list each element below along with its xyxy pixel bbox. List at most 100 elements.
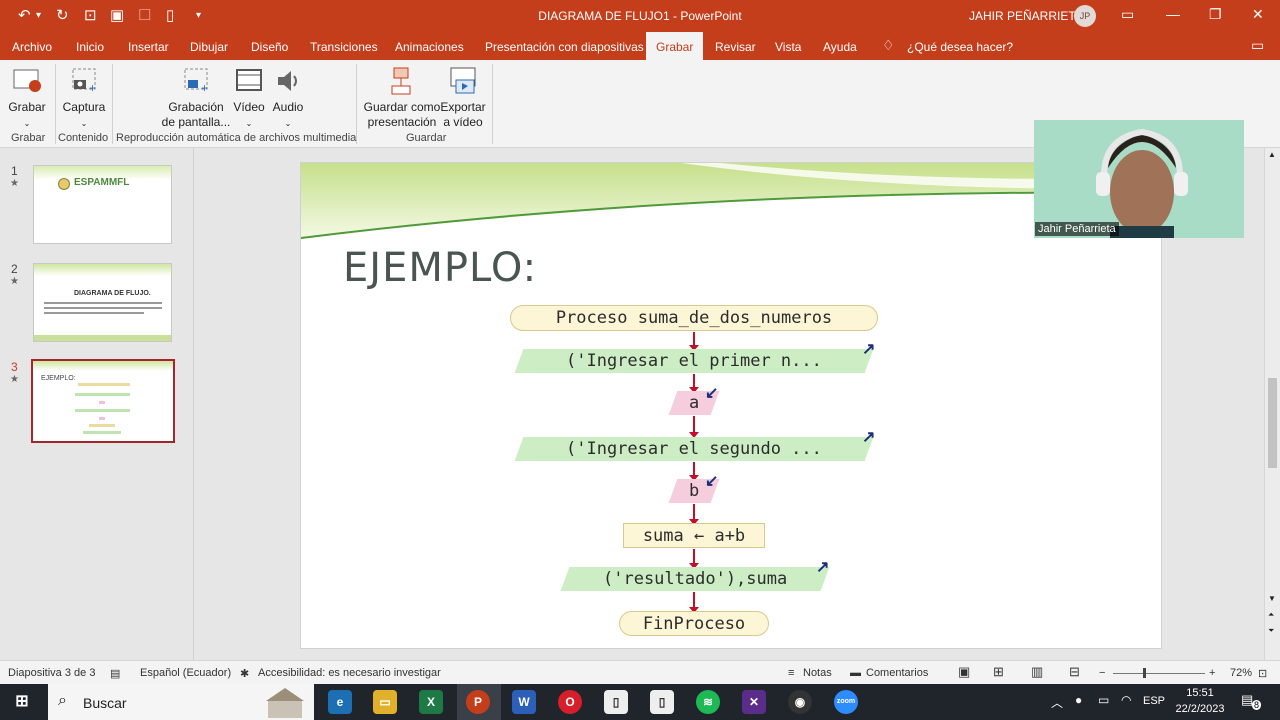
- output-3-text: ('resultado'),suma: [602, 569, 788, 589]
- tab-diseno[interactable]: Diseño: [251, 40, 288, 54]
- app-icon[interactable]: ✕: [742, 690, 766, 714]
- search-icon: ⌕: [58, 692, 67, 709]
- flow-arrow: [689, 504, 699, 525]
- file-explorer-icon[interactable]: ▭: [373, 690, 397, 714]
- slide-thumbnail-3[interactable]: EJEMPLO:: [31, 359, 175, 443]
- thumbnail-number: 3: [11, 360, 18, 374]
- flowchart-start[interactable]: Proceso suma_de_dos_numeros: [510, 305, 878, 331]
- slide-thumbnail-2[interactable]: DIAGRAMA DE FLUJO.: [33, 263, 172, 342]
- grabacion-pantalla-button[interactable]: + Grabación de pantalla...: [160, 66, 232, 130]
- grabar-button[interactable]: Grabar ⌄: [6, 66, 48, 131]
- tab-vista[interactable]: Vista: [775, 40, 801, 54]
- document-icon[interactable]: ▯: [650, 690, 674, 714]
- battery-icon[interactable]: ▭: [1098, 693, 1109, 707]
- powerpoint-icon[interactable]: P: [466, 690, 490, 714]
- tab-transiciones[interactable]: Transiciones: [310, 40, 378, 54]
- tab-archivo[interactable]: Archivo: [12, 40, 52, 54]
- comments-button[interactable]: Comentarios: [866, 667, 928, 679]
- audio-button[interactable]: Audio ⌄: [270, 66, 306, 131]
- user-name[interactable]: JAHIR PEÑARRIETA: [969, 9, 1083, 23]
- slide-title[interactable]: EJEMPLO:: [343, 245, 537, 291]
- slide-canvas[interactable]: EJEMPLO: Proceso suma_de_dos_numeros ('I…: [300, 162, 1162, 649]
- flowchart-end[interactable]: FinProceso: [619, 611, 769, 636]
- scroll-down-icon[interactable]: ▼: [1268, 594, 1276, 603]
- scroll-up-icon[interactable]: ▲: [1268, 150, 1276, 159]
- windows-start-icon[interactable]: ⊞: [10, 690, 34, 714]
- captura-button[interactable]: + Captura ⌄: [62, 66, 106, 131]
- tab-revisar[interactable]: Revisar: [715, 40, 756, 54]
- flowchart-output-3[interactable]: ('resultado'),suma: [560, 567, 830, 591]
- export-video-icon: [447, 66, 479, 96]
- next-slide-icon[interactable]: ⏷: [1268, 626, 1274, 636]
- obs-icon[interactable]: ◉: [788, 690, 812, 714]
- status-bar: Diapositiva 3 de 3 ▤ Español (Ecuador) ✱…: [0, 660, 1280, 684]
- accessibility-icon[interactable]: ✱: [240, 667, 249, 680]
- language-tray[interactable]: ESP: [1143, 695, 1165, 707]
- flowchart-assign[interactable]: suma ← a+b: [623, 523, 765, 548]
- avatar[interactable]: JP: [1074, 5, 1096, 27]
- audio-label: Audio: [272, 100, 304, 114]
- excel-icon[interactable]: X: [419, 690, 443, 714]
- normal-view-icon[interactable]: ▣: [958, 664, 970, 680]
- minimize-icon[interactable]: —: [1166, 6, 1180, 22]
- save-as-show-icon: [386, 66, 418, 96]
- spotify-icon[interactable]: ≋: [696, 690, 720, 714]
- spellcheck-icon[interactable]: ▤: [110, 667, 120, 680]
- slide-scrollbar[interactable]: ▲ ▼ ⏶ ⏷: [1264, 148, 1280, 660]
- close-icon[interactable]: ✕: [1252, 6, 1264, 23]
- document-icon[interactable]: ▯: [604, 690, 628, 714]
- language-indicator[interactable]: Español (Ecuador): [140, 667, 231, 679]
- word-icon[interactable]: W: [512, 690, 536, 714]
- scroll-thumb[interactable]: [1268, 378, 1277, 468]
- tab-animaciones[interactable]: Animaciones: [395, 40, 464, 54]
- previous-slide-icon[interactable]: ⏶: [1268, 610, 1274, 620]
- opera-icon[interactable]: O: [558, 690, 582, 714]
- guardar-label-2: presentación: [367, 115, 437, 129]
- reading-view-icon[interactable]: ▥: [1031, 664, 1043, 680]
- zoom-out-icon[interactable]: −: [1099, 667, 1105, 679]
- zoom-slider-thumb[interactable]: [1143, 668, 1146, 678]
- input-arrow-icon: ↙: [705, 473, 719, 490]
- slide-sorter-icon[interactable]: ⊞: [993, 664, 1004, 680]
- clock-time[interactable]: 15:51: [1172, 687, 1228, 699]
- slide-header-swoosh: [301, 163, 1161, 239]
- video-button[interactable]: Vídeo ⌄: [232, 66, 266, 131]
- group-label-grabar: Grabar: [11, 132, 46, 144]
- tell-me-search[interactable]: ¿Qué desea hacer?: [907, 40, 1013, 54]
- clock-date[interactable]: 22/2/2023: [1172, 703, 1228, 715]
- tray-chevron-icon[interactable]: ︿: [1051, 694, 1063, 711]
- input-b-text: b: [688, 481, 700, 501]
- thumbnail-number: 2: [11, 262, 18, 276]
- tab-presentacion[interactable]: Presentación con diapositivas: [485, 40, 644, 54]
- ribbon-display-icon[interactable]: ▭: [1121, 6, 1134, 23]
- slideshow-view-icon[interactable]: ⊟: [1069, 664, 1080, 680]
- tab-insertar[interactable]: Insertar: [128, 40, 169, 54]
- speaker-icon: [272, 66, 304, 96]
- microphone-icon[interactable]: ●: [1075, 693, 1082, 707]
- zoom-level[interactable]: 72%: [1230, 667, 1252, 679]
- exportar-video-button[interactable]: Exportar a vídeo: [440, 66, 486, 130]
- fit-to-window-icon[interactable]: ⊡: [1258, 667, 1267, 680]
- flow-arrow: [689, 549, 699, 569]
- tab-ayuda[interactable]: Ayuda: [823, 40, 857, 54]
- flowchart-output-2[interactable]: ('Ingresar el segundo ...: [514, 437, 874, 461]
- tab-grabar[interactable]: Grabar: [646, 32, 704, 60]
- zoom-app-icon[interactable]: zoom: [834, 690, 858, 714]
- webcam-person-image: [1034, 120, 1244, 238]
- notes-icon: ≡: [788, 667, 795, 679]
- zoom-slider[interactable]: [1113, 673, 1205, 674]
- tab-dibujar[interactable]: Dibujar: [190, 40, 228, 54]
- maximize-icon[interactable]: ❐: [1209, 6, 1222, 23]
- slide-thumbnail-1[interactable]: ESPAMMFL: [33, 165, 172, 244]
- comments-icon[interactable]: ▭: [1251, 37, 1264, 54]
- tab-inicio[interactable]: Inicio: [76, 40, 104, 54]
- taskbar-search-box[interactable]: ⌕ Buscar: [48, 684, 314, 720]
- wifi-icon[interactable]: ◠: [1121, 693, 1131, 707]
- notes-button[interactable]: Notas: [803, 667, 832, 679]
- zoom-in-icon[interactable]: +: [1209, 667, 1215, 679]
- flowchart-output-1[interactable]: ('Ingresar el primer n...: [514, 349, 874, 373]
- accessibility-status[interactable]: Accesibilidad: es necesario investigar: [258, 667, 441, 679]
- search-highlight-icon: [266, 688, 304, 718]
- guardar-presentacion-button[interactable]: Guardar como presentación: [362, 66, 442, 130]
- edge-icon[interactable]: e: [328, 690, 352, 714]
